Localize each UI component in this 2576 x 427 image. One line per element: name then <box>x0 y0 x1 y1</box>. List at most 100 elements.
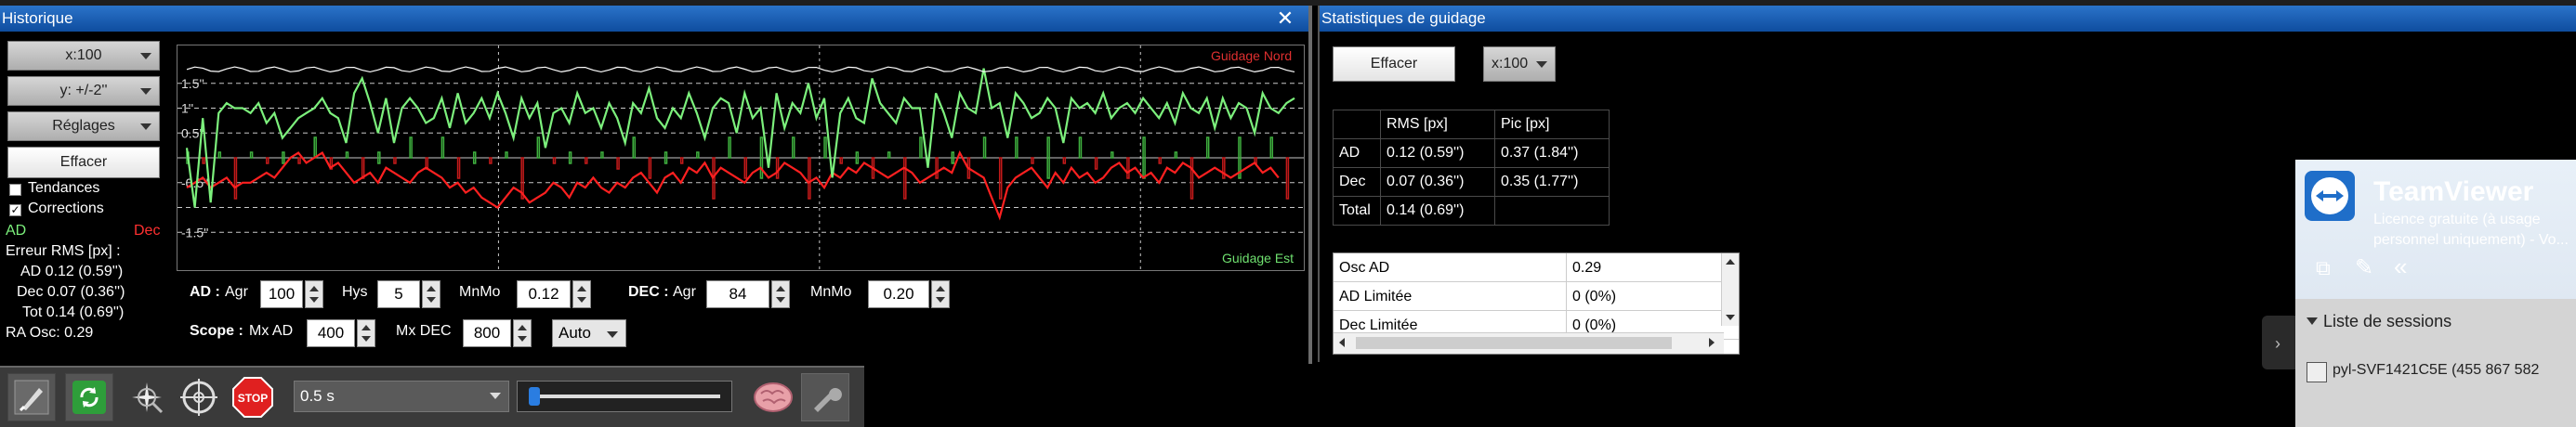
correction-bar <box>1205 136 1210 159</box>
correction-bar <box>1189 157 1194 200</box>
max-dec-input[interactable]: 800 <box>463 319 511 347</box>
horizontal-scrollbar[interactable] <box>1334 332 1724 354</box>
correction-bar <box>696 151 700 159</box>
rms-title: Erreur RMS [px] : <box>6 243 121 259</box>
rms-tot: Tot 0.14 (0.69'') <box>22 304 125 320</box>
ad-aggressiveness-spinner[interactable] <box>305 280 323 308</box>
scroll-right-icon[interactable] <box>1709 338 1715 347</box>
stop-text: STOP <box>238 392 268 405</box>
history-close-button[interactable]: ✕ <box>1275 6 1295 32</box>
chevron-down-icon[interactable] <box>2307 317 2318 325</box>
guiding-graph[interactable]: 1.5'' 1'' 0.5'' -0.5'' -1.5'' Guidage Nord Gui… <box>177 45 1305 271</box>
connect-icon <box>14 380 49 415</box>
stats-x-scale-dropdown[interactable]: x:100 <box>1483 46 1556 82</box>
brain-icon <box>754 382 793 412</box>
dec-aggressiveness-spinner[interactable] <box>771 280 790 308</box>
correction-bar <box>903 157 907 200</box>
guide-button[interactable] <box>175 373 223 421</box>
hysteresis-spinner[interactable] <box>422 280 440 308</box>
detail-key: AD Limitée <box>1334 282 1567 310</box>
dec-minmove-input[interactable]: 0.20 <box>868 280 929 308</box>
correction-bar <box>616 157 620 170</box>
tools-button[interactable] <box>801 373 849 421</box>
correction-bar <box>998 157 1003 200</box>
scroll-up-icon[interactable] <box>1726 259 1735 265</box>
correction-bar <box>1031 157 1034 164</box>
slider-thumb[interactable] <box>529 387 540 406</box>
stop-button[interactable]: STOP <box>229 373 277 421</box>
brain-settings-button[interactable] <box>749 373 797 421</box>
chevron-down-icon <box>490 393 501 399</box>
correction-bar <box>233 157 238 200</box>
guide-east-label: Guidage Est <box>1222 251 1294 265</box>
history-title: Historique <box>2 9 73 27</box>
crosshair-icon <box>180 379 217 416</box>
correction-bar <box>632 136 636 159</box>
scroll-down-icon[interactable] <box>1726 315 1735 320</box>
ad-aggressiveness-input[interactable]: 100 <box>260 280 303 308</box>
session-item[interactable]: pyl-SVF1421C5E (455 867 582 <box>2333 362 2539 379</box>
detail-value: 0 (0%) <box>1572 289 1617 304</box>
teamviewer-brand: TeamViewer <box>2373 176 2534 207</box>
rms-dec: Dec 0.07 (0.36'') <box>17 284 125 300</box>
mx-ad-label: Mx AD <box>249 323 294 339</box>
dec-minmove-spinner[interactable] <box>931 280 950 308</box>
detail-value: 0.29 <box>1572 260 1602 276</box>
corrections-checkbox[interactable]: ✓ <box>9 204 21 216</box>
y-tick-label: -1.5'' <box>181 225 208 239</box>
ra-series-line <box>185 68 1295 208</box>
guiding-graph-svg: 1.5''1''0.5''-0.5''-1.5''Guidage NordGui… <box>177 45 1304 270</box>
hysteresis-input[interactable]: 5 <box>377 280 420 308</box>
trends-checkbox[interactable] <box>9 184 21 196</box>
pin-icon[interactable]: ✎ <box>2355 254 2373 281</box>
select-star-button[interactable] <box>123 373 171 421</box>
settings-dropdown[interactable]: Réglages <box>7 111 160 141</box>
max-ad-input[interactable]: 400 <box>307 319 355 347</box>
correction-bar <box>919 136 923 159</box>
collapse-icon[interactable]: « <box>2394 252 2407 281</box>
clear-stats-button[interactable]: Effacer <box>1333 46 1455 82</box>
list-item: AD Limitée 0 (0%) <box>1334 282 1739 311</box>
x-scale-dropdown[interactable]: x:100 <box>7 41 160 71</box>
max-dec-spinner[interactable] <box>513 319 532 347</box>
scroll-left-icon[interactable] <box>1339 338 1345 347</box>
guide-north-label: Guidage Nord <box>1211 48 1292 63</box>
rms-ad: AD 0.12 (0.59'') <box>20 264 124 279</box>
loop-button[interactable] <box>65 373 113 421</box>
detail-key: Osc AD <box>1334 253 1567 281</box>
teamviewer-expand-tab[interactable]: › <box>2262 316 2295 369</box>
wrench-icon <box>814 388 842 412</box>
scroll-thumb[interactable] <box>1356 337 1672 349</box>
table-row: Total 0.14 (0.69'') <box>1333 196 1610 226</box>
gamma-slider[interactable] <box>517 381 732 412</box>
copy-icon[interactable]: ⧉ <box>2316 256 2331 280</box>
stats-cell: 0.14 (0.69'') <box>1380 196 1495 226</box>
teamviewer-sessions: Liste de sessions pyl-SVF1421C5E (455 86… <box>2295 299 2576 427</box>
clear-history-button[interactable]: Effacer <box>7 147 160 178</box>
correction-bar <box>361 157 365 179</box>
correction-bar <box>743 157 748 179</box>
y-scale-dropdown[interactable]: y: +/-2'' <box>7 76 160 106</box>
teamviewer-header: TeamViewer Licence gratuite (à usage per… <box>2295 160 2576 299</box>
connect-gear-button[interactable] <box>7 373 56 421</box>
settings-label: Réglages <box>52 118 115 134</box>
hys-label: Hys <box>342 284 368 300</box>
dec-aggressiveness-input[interactable]: 84 <box>706 280 769 308</box>
stats-details-grid[interactable]: Osc AD 0.29 AD Limitée 0 (0%) Dec Limitée 0… <box>1333 252 1740 355</box>
exposure-select[interactable]: 0.5 s <box>294 381 509 412</box>
ad-minmove-spinner[interactable] <box>572 280 591 308</box>
chevron-down-icon <box>140 53 151 59</box>
x-scale-value: x:100 <box>65 47 102 63</box>
correction-bar <box>1062 157 1067 164</box>
stats-cell: Total <box>1333 196 1381 226</box>
chevron-right-icon: › <box>2275 334 2280 353</box>
mx-dec-label: Mx DEC <box>396 323 452 339</box>
stats-title: Statistiques de guidage <box>1321 9 1486 27</box>
ad-minmove-input[interactable]: 0.12 <box>517 280 571 308</box>
max-ad-spinner[interactable] <box>357 319 375 347</box>
dec-mode-select[interactable]: Auto <box>552 319 626 347</box>
vertical-scrollbar[interactable] <box>1721 253 1739 326</box>
y-tick-label: 1'' <box>181 101 193 116</box>
stats-titlebar: Statistiques de guidage <box>1320 6 2576 32</box>
star-select-icon <box>132 382 164 414</box>
